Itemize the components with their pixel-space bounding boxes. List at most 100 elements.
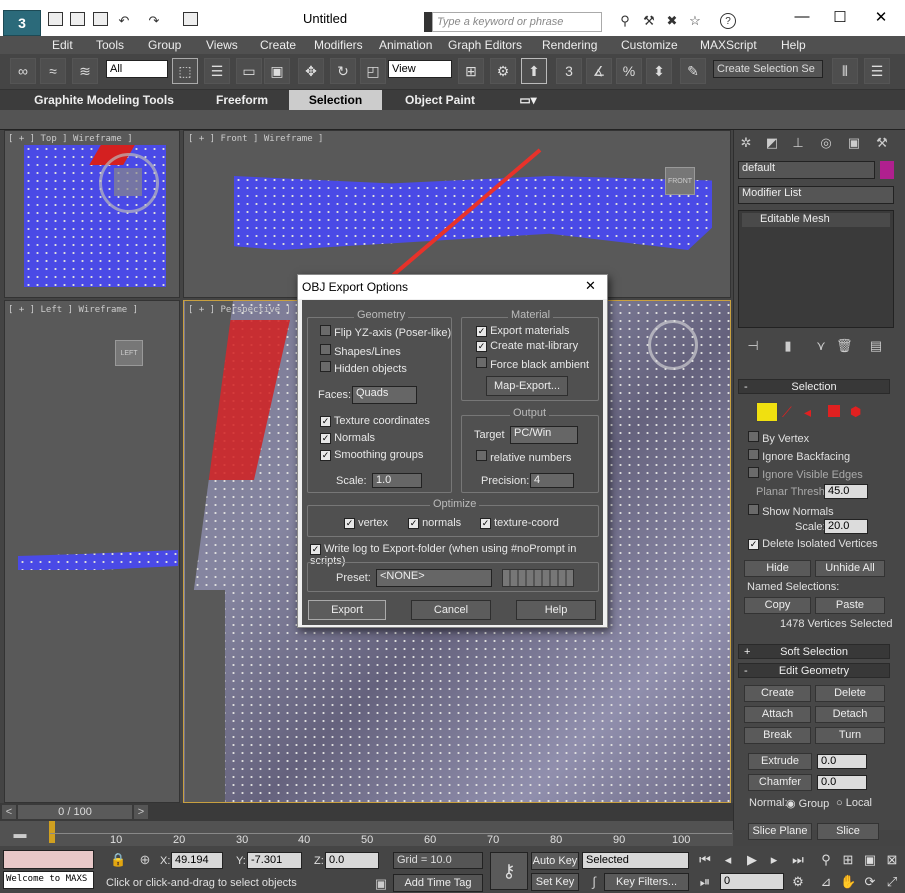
optimize-normals-checkbox[interactable]: ✓ bbox=[408, 518, 419, 529]
optimize-vertex-checkbox[interactable]: ✓ bbox=[344, 518, 355, 529]
normals-scale-spinner[interactable]: 20.0 bbox=[824, 519, 868, 534]
rollout-edit-geometry[interactable]: - Edit Geometry bbox=[738, 663, 890, 678]
zoom-all-icon[interactable]: ⊞ bbox=[840, 852, 856, 868]
detach-button[interactable]: Detach bbox=[815, 706, 885, 723]
current-frame-field[interactable]: 0 bbox=[720, 873, 784, 890]
absolute-mode-icon[interactable]: ⊕ bbox=[137, 852, 153, 868]
rollout-selection[interactable]: - Selection bbox=[738, 379, 890, 394]
delete-button[interactable]: Delete bbox=[815, 685, 885, 702]
flip-yz-checkbox[interactable] bbox=[320, 325, 331, 336]
delete-isolated-checkbox[interactable]: ✓ bbox=[748, 539, 759, 550]
texture-coords-checkbox[interactable]: ✓ bbox=[320, 416, 331, 427]
lock-selection-icon[interactable]: 🔒 bbox=[110, 852, 126, 868]
timeline-prev-icon[interactable]: < bbox=[2, 805, 16, 819]
zoom-icon[interactable]: ⚲ bbox=[818, 852, 834, 868]
modify-tab-icon[interactable]: ◩ bbox=[764, 135, 780, 151]
modifier-list-select[interactable]: Modifier List bbox=[738, 186, 894, 204]
object-name-field[interactable]: default bbox=[738, 161, 875, 179]
create-button[interactable]: Create bbox=[744, 685, 811, 702]
polygon-mode-icon[interactable] bbox=[828, 405, 840, 417]
faces-select[interactable]: Quads bbox=[352, 386, 417, 404]
remove-modifier-icon[interactable]: 🗑 bbox=[836, 338, 853, 354]
scale-spinner[interactable]: 1.0 bbox=[372, 473, 422, 488]
force-black-ambient-checkbox[interactable] bbox=[476, 357, 487, 368]
chamfer-spinner[interactable]: 0.0 bbox=[817, 775, 867, 790]
break-button[interactable]: Break bbox=[744, 727, 811, 744]
write-log-checkbox[interactable]: ✓ bbox=[310, 544, 321, 555]
vertex-mode-icon[interactable] bbox=[756, 402, 778, 422]
extrude-button[interactable]: Extrude bbox=[748, 753, 812, 770]
preset-manager-icon[interactable] bbox=[502, 569, 574, 587]
time-configuration-icon[interactable]: ⚙ bbox=[790, 874, 806, 890]
target-select[interactable]: PC/Win bbox=[510, 426, 578, 444]
chamfer-button[interactable]: Chamfer bbox=[748, 774, 812, 791]
go-to-end-icon[interactable]: ⏭ bbox=[790, 852, 806, 868]
pin-stack-icon[interactable]: ⊣ bbox=[745, 338, 761, 354]
normals-checkbox[interactable]: ✓ bbox=[320, 433, 331, 444]
help-button[interactable]: Help bbox=[516, 600, 596, 620]
preset-select[interactable]: <NONE> bbox=[376, 569, 492, 587]
cancel-button[interactable]: Cancel bbox=[411, 600, 491, 620]
display-tab-icon[interactable]: ▣ bbox=[846, 135, 862, 151]
export-button[interactable]: Export bbox=[308, 600, 386, 620]
key-filters-button[interactable]: Key Filters... bbox=[604, 873, 689, 891]
maxscript-listener-pink[interactable] bbox=[3, 850, 94, 869]
configure-sets-icon[interactable]: ▤ bbox=[868, 338, 884, 354]
utilities-tab-icon[interactable]: ⚒ bbox=[874, 135, 890, 151]
time-slider-thumb[interactable]: 0 / 100 bbox=[18, 805, 132, 819]
show-end-result-icon[interactable]: ▮ bbox=[780, 338, 796, 354]
optimize-texcoord-checkbox[interactable]: ✓ bbox=[480, 518, 491, 529]
unhide-all-button[interactable]: Unhide All bbox=[815, 560, 885, 577]
z-coord-field[interactable]: 0.0 bbox=[325, 852, 379, 869]
normal-group-radio[interactable]: ◉ Group bbox=[786, 797, 829, 810]
maxscript-listener[interactable]: Welcome to MAXS bbox=[3, 871, 94, 889]
turn-button[interactable]: Turn bbox=[815, 727, 885, 744]
edge-mode-icon[interactable]: ⟋ bbox=[782, 404, 792, 421]
relative-numbers-checkbox[interactable] bbox=[476, 450, 487, 461]
set-key-icon[interactable]: ⚷ bbox=[490, 852, 528, 890]
slice-plane-button[interactable]: Slice Plane bbox=[748, 823, 812, 840]
time-tag-icon[interactable]: ▣ bbox=[373, 876, 389, 892]
y-coord-field[interactable]: -7.301 bbox=[247, 852, 302, 869]
next-frame-icon[interactable]: ▸ bbox=[766, 852, 782, 868]
zoom-extents-icon[interactable]: ▣ bbox=[862, 852, 878, 868]
create-matlib-checkbox[interactable]: ✓ bbox=[476, 341, 487, 352]
orbit-icon[interactable]: ⟳ bbox=[862, 874, 878, 890]
by-vertex-checkbox[interactable] bbox=[748, 431, 759, 442]
zoom-extents-all-icon[interactable]: ⊠ bbox=[884, 852, 900, 868]
x-coord-field[interactable]: 49.194 bbox=[171, 852, 223, 869]
show-normals-checkbox[interactable] bbox=[748, 504, 759, 515]
paste-button[interactable]: Paste bbox=[815, 597, 885, 614]
face-mode-icon[interactable]: ◂ bbox=[804, 404, 811, 421]
set-key-button[interactable]: Set Key bbox=[531, 873, 579, 891]
field-of-view-icon[interactable]: ⊿ bbox=[818, 874, 834, 890]
hidden-objects-checkbox[interactable] bbox=[320, 361, 331, 372]
normal-local-radio[interactable]: ○ Local bbox=[836, 797, 872, 809]
motion-tab-icon[interactable]: ◎ bbox=[818, 135, 834, 151]
copy-button[interactable]: Copy bbox=[744, 597, 811, 614]
planar-thresh-spinner[interactable]: 45.0 bbox=[824, 484, 868, 499]
make-unique-icon[interactable]: ⋎ bbox=[813, 338, 829, 354]
add-time-tag-button[interactable]: Add Time Tag bbox=[393, 874, 483, 892]
attach-button[interactable]: Attach bbox=[744, 706, 811, 723]
key-mode-toggle-icon[interactable]: ⏯ bbox=[697, 874, 713, 890]
timeline-playhead[interactable] bbox=[49, 821, 55, 843]
previous-frame-icon[interactable]: ◂ bbox=[720, 852, 736, 868]
dialog-close-icon[interactable]: ✕ bbox=[585, 278, 596, 294]
timeline-next-icon[interactable]: > bbox=[134, 805, 148, 819]
map-export-button[interactable]: Map-Export... bbox=[486, 376, 568, 396]
maximize-viewport-icon[interactable]: ⤢ bbox=[884, 874, 900, 890]
hide-button[interactable]: Hide bbox=[744, 560, 811, 577]
stack-item-editable-mesh[interactable]: Editable Mesh bbox=[742, 213, 890, 227]
hierarchy-tab-icon[interactable]: ⊥ bbox=[790, 135, 806, 151]
rollout-soft-selection[interactable]: + Soft Selection bbox=[738, 644, 890, 659]
smoothing-groups-checkbox[interactable]: ✓ bbox=[320, 450, 331, 461]
key-mode-select[interactable]: Selected bbox=[582, 852, 689, 869]
slice-button[interactable]: Slice bbox=[817, 823, 879, 840]
go-to-start-icon[interactable]: ⏮ bbox=[697, 852, 713, 868]
export-materials-checkbox[interactable]: ✓ bbox=[476, 326, 487, 337]
precision-spinner[interactable]: 4 bbox=[530, 473, 574, 488]
shapes-lines-checkbox[interactable] bbox=[320, 344, 331, 355]
auto-key-button[interactable]: Auto Key bbox=[531, 852, 579, 870]
extrude-spinner[interactable]: 0.0 bbox=[817, 754, 867, 769]
